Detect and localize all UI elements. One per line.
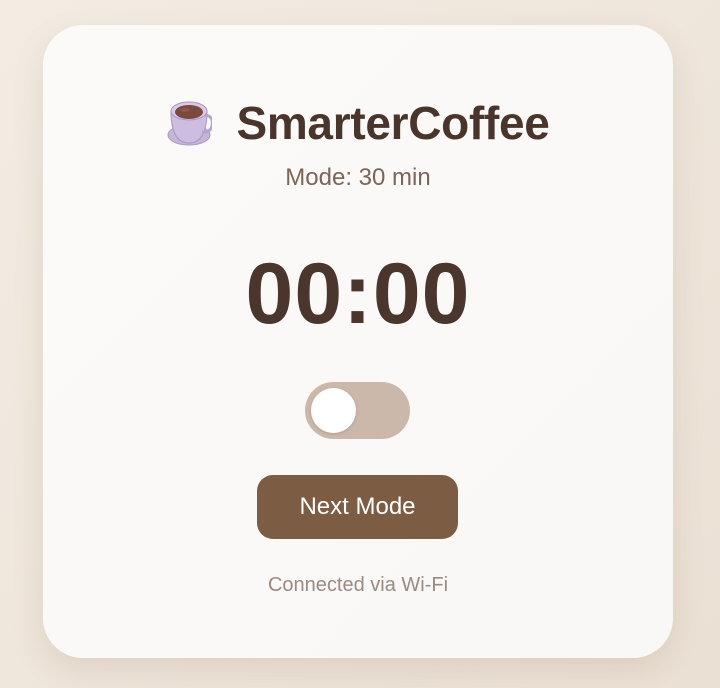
coffee-cup-icon bbox=[167, 101, 213, 146]
mode-label: Mode: 30 min bbox=[285, 164, 431, 191]
timer-display: 00:00 bbox=[245, 246, 471, 342]
connection-status: Connected via Wi-Fi bbox=[267, 574, 449, 596]
app-title: SmarterCoffee bbox=[236, 97, 550, 149]
next-mode-button[interactable]: Next Mode bbox=[257, 475, 458, 539]
toggle-knob[interactable] bbox=[311, 388, 356, 433]
main-card: SmarterCoffee Mode: 30 min 00:00 Next Mo… bbox=[43, 25, 673, 658]
header: SmarterCoffee bbox=[43, 93, 673, 153]
power-toggle[interactable] bbox=[305, 382, 410, 439]
